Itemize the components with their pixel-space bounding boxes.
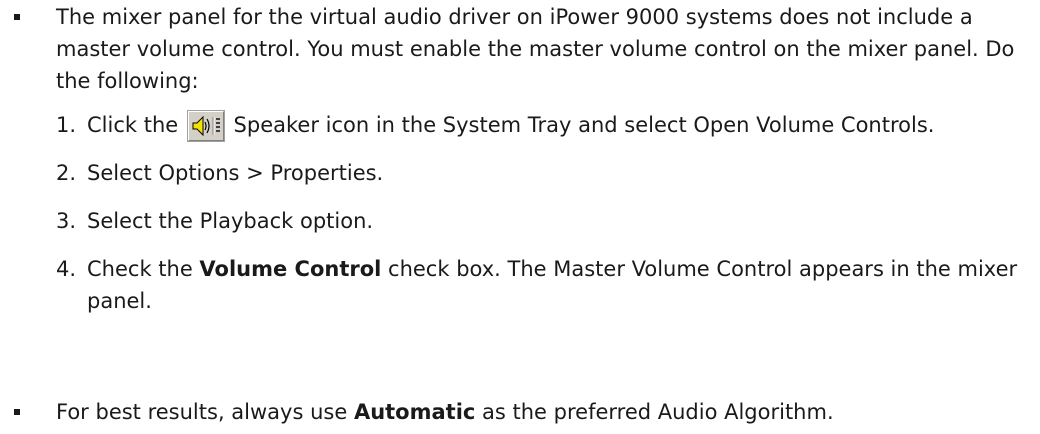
step-number: 3. xyxy=(56,209,77,233)
speaker-icon xyxy=(186,110,225,142)
step-number: 1. xyxy=(56,113,77,137)
bullet-item-mixer-panel: The mixer panel for the virtual audio dr… xyxy=(14,1,1026,333)
step-item-2: 2. Select Options > Properties. xyxy=(56,157,1026,189)
step-text: Select Options > Properties. xyxy=(87,161,384,185)
step-text: Select the Playback option. xyxy=(87,209,374,233)
automatic-term: Automatic xyxy=(353,400,476,424)
steps-list: 1. Click the Speaker icon in the System … xyxy=(56,109,1026,317)
bullet-item-audio-algorithm: For best results, always use Automatic a… xyxy=(14,396,1026,428)
bullet-marker xyxy=(14,14,20,20)
step-number: 2. xyxy=(56,161,77,185)
bullet-text: The mixer panel for the virtual audio dr… xyxy=(56,5,1015,93)
step-number: 4. xyxy=(56,257,77,281)
bullet-marker xyxy=(14,409,20,415)
step-text-after-icon: Speaker icon in the System Tray and sele… xyxy=(226,113,935,137)
step-item-1: 1. Click the Speaker icon in the System … xyxy=(56,109,1026,142)
bullet-text-before: For best results, always use xyxy=(56,400,354,424)
document-body: The mixer panel for the virtual audio dr… xyxy=(0,0,1040,434)
step-text-before: Check the xyxy=(87,257,200,281)
step-text-before-icon: Click the xyxy=(87,113,185,137)
bullet-text-after: as the preferred Audio Algorithm. xyxy=(475,400,834,424)
step-item-3: 3. Select the Playback option. xyxy=(56,205,1026,237)
volume-control-term: Volume Control xyxy=(199,257,382,281)
step-item-4: 4. Check the Volume Control check box. T… xyxy=(56,253,1026,317)
